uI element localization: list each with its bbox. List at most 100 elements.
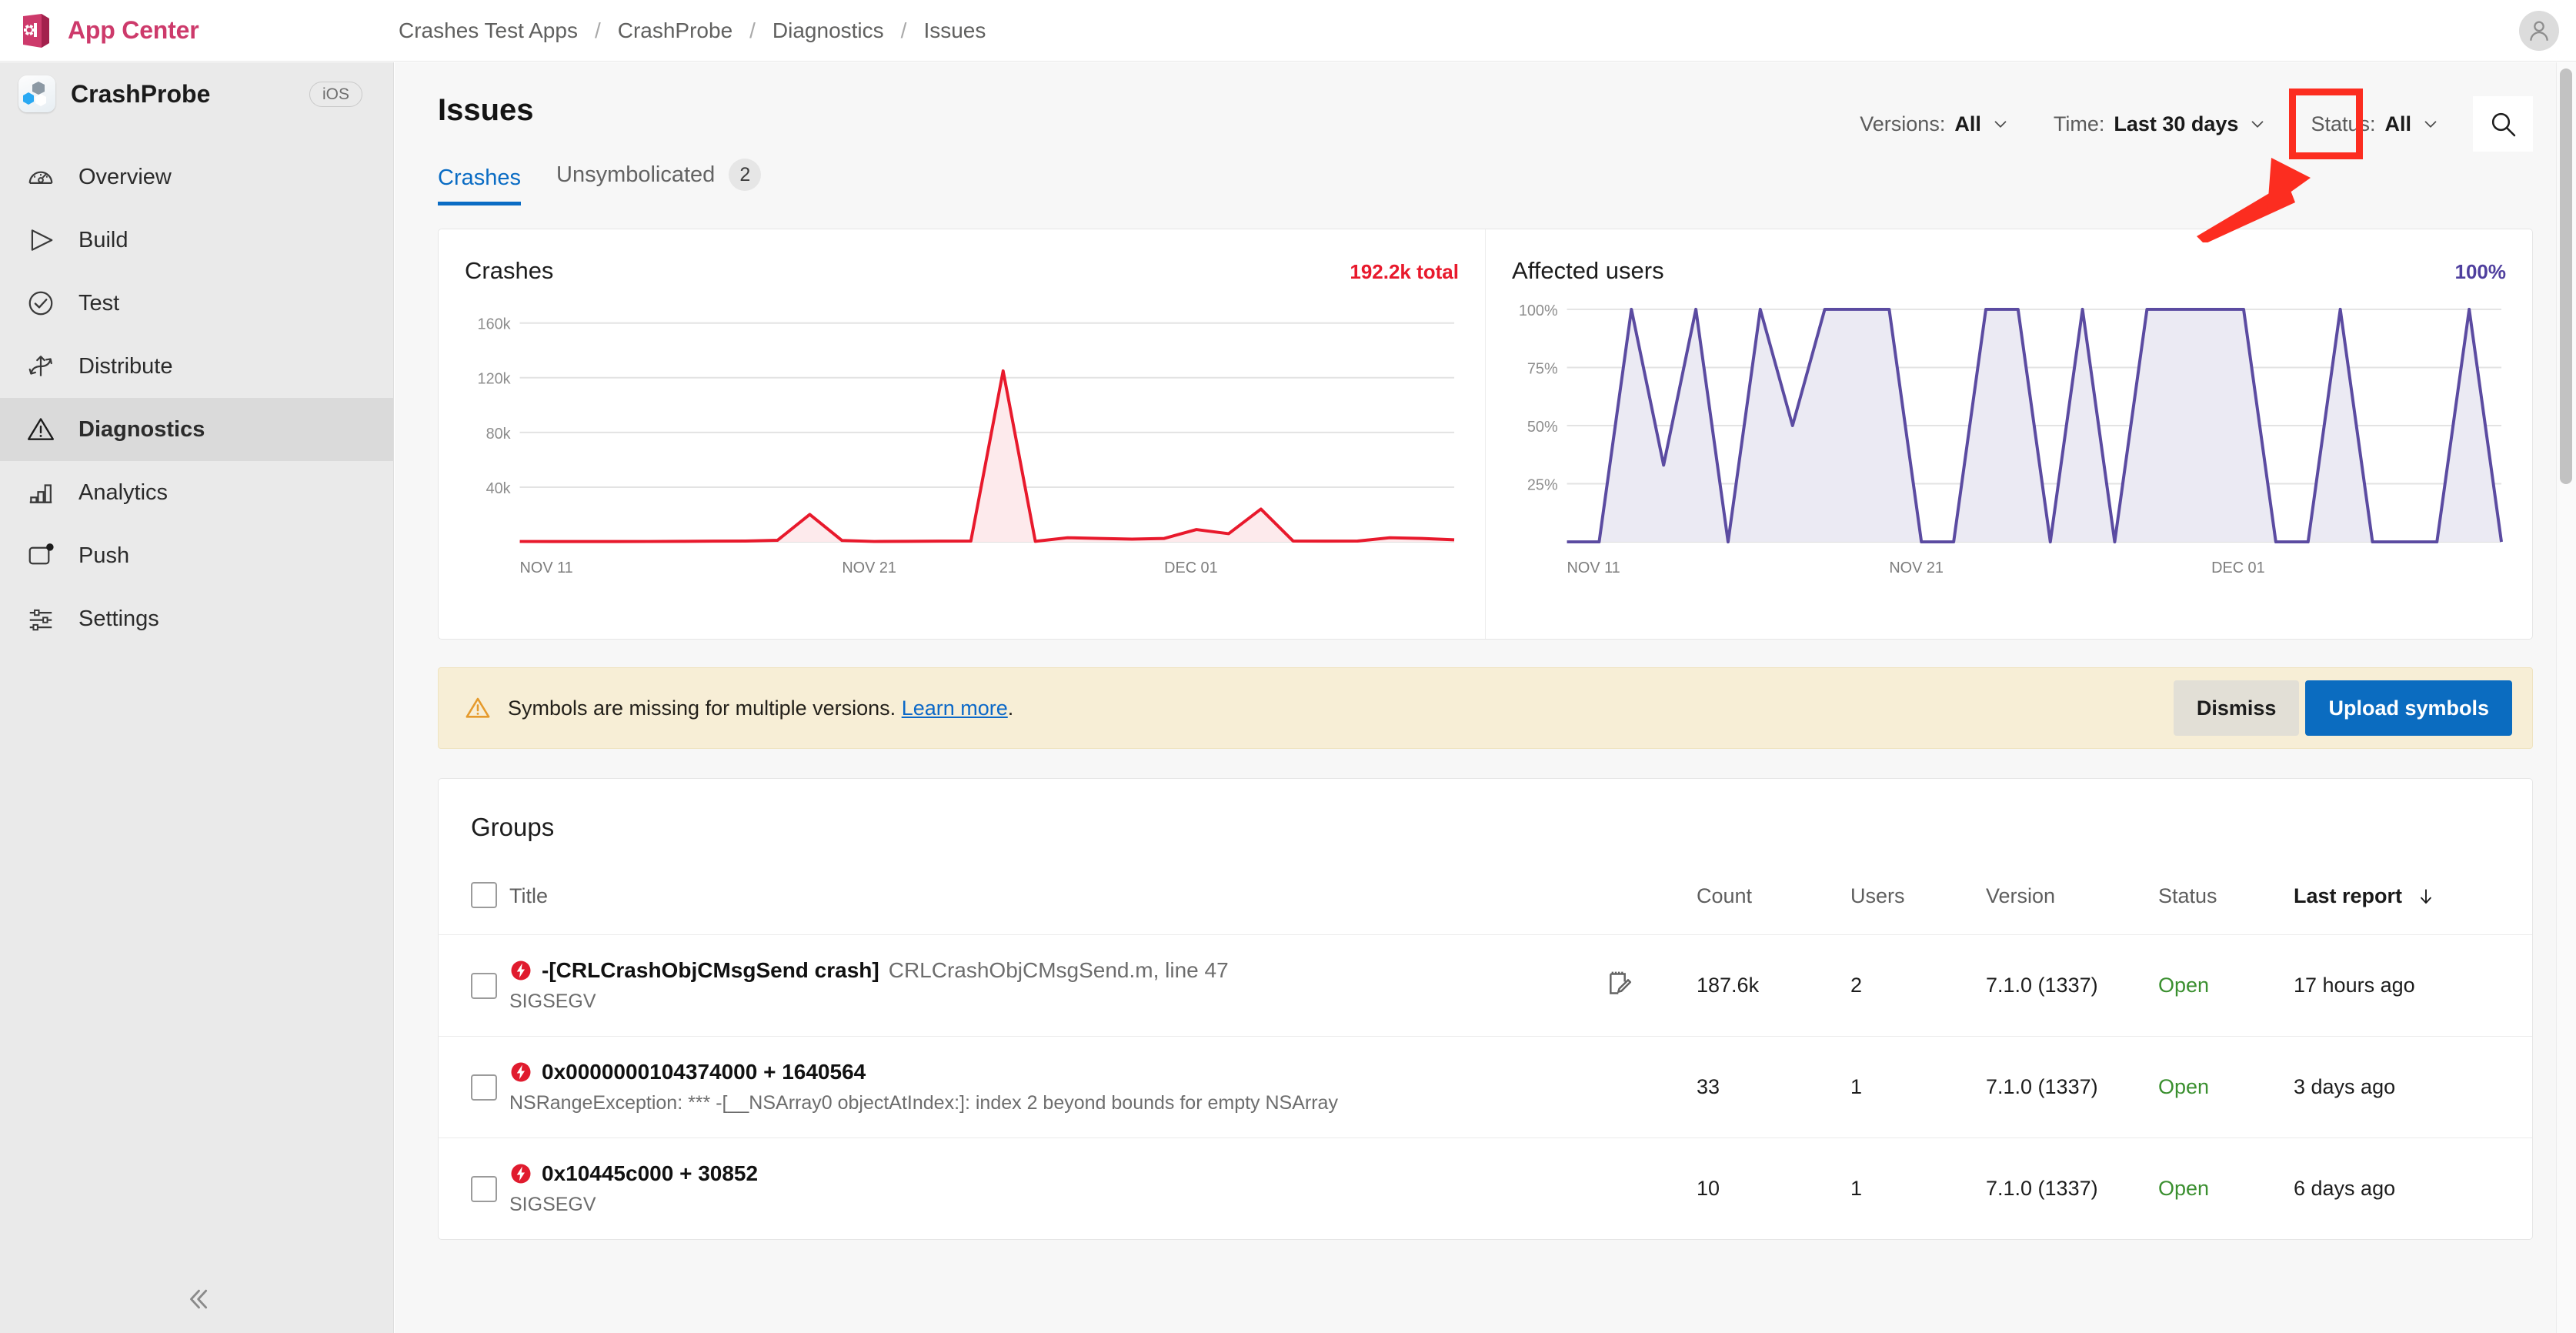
search-button[interactable] (2473, 96, 2533, 152)
chevron-down-icon (2424, 121, 2437, 128)
row-title-main: -[CRLCrashObjCMsgSend crash] (542, 958, 879, 982)
sidebar-app-name: CrashProbe (71, 79, 211, 108)
sidebar-item-settings[interactable]: Settings (0, 587, 393, 650)
crashes-chart-plot: 40k 80k 120k 160k NOV 11 NOV 21 DEC 01 (478, 316, 1455, 576)
row-select-cell (439, 934, 509, 1037)
avatar[interactable] (2519, 11, 2559, 51)
row-title-line: -[CRLCrashObjCMsgSend crash] CRLCrashObj… (509, 958, 1604, 983)
tab-crashes[interactable]: Crashes (438, 165, 521, 205)
filter-status[interactable]: Status: All (2289, 112, 2462, 136)
tab-bar: Crashes Unsymbolicated 2 (438, 159, 2533, 205)
groups-card: Groups Title Count Users Version Status … (438, 778, 2533, 1240)
row-checkbox[interactable] (471, 972, 497, 999)
column-last-report[interactable]: Last report (2294, 882, 2532, 935)
filter-versions[interactable]: Versions: All (1838, 112, 2032, 136)
svg-text:NOV 21: NOV 21 (842, 560, 896, 576)
column-status[interactable]: Status (2158, 882, 2294, 935)
upload-symbols-button[interactable]: Upload symbols (2305, 680, 2512, 736)
svg-text:80k: 80k (486, 426, 511, 443)
sidebar-item-label: Distribute (78, 353, 173, 379)
row-note-cell[interactable] (1604, 934, 1697, 1037)
breadcrumb-item-0[interactable]: Crashes Test Apps (394, 18, 582, 43)
missing-symbols-banner: Symbols are missing for multiple version… (438, 667, 2533, 749)
breadcrumb-item-3[interactable]: Issues (919, 18, 990, 43)
affected-users-chart-plot: 25% 50% 75% 100% NOV 11 NOV 21 DEC 01 (1519, 302, 2504, 576)
svg-text:DEC 01: DEC 01 (2211, 560, 2265, 576)
tab-unsymbolicated[interactable]: Unsymbolicated 2 (556, 159, 762, 205)
table-row[interactable]: 0x10445c000 + 30852 SIGSEGV 10 1 7.1.0 (… (439, 1138, 2532, 1239)
sidebar-item-analytics[interactable]: Analytics (0, 461, 393, 524)
svg-text:100%: 100% (1519, 302, 1558, 319)
sidebar-item-test[interactable]: Test (0, 272, 393, 335)
svg-text:25%: 25% (1527, 476, 1558, 493)
sidebar-item-label: Test (78, 290, 120, 316)
row-select-cell (439, 1138, 509, 1239)
banner-message-tail: . (1007, 696, 1014, 720)
row-subtext: SIGSEGV (509, 991, 596, 1012)
tab-crashes-label: Crashes (438, 165, 521, 190)
sidebar-item-push[interactable]: Push (0, 524, 393, 587)
sidebar-collapse-button[interactable] (0, 1284, 394, 1315)
row-count: 33 (1697, 1036, 1850, 1138)
sidebar-nav: Overview Build Test Distribute Diagnosti… (0, 145, 393, 650)
sidebar-item-distribute[interactable]: Distribute (0, 335, 393, 398)
play-triangle-icon (31, 229, 53, 251)
page-header: Issues Versions: All Time: Last 30 days … (395, 62, 2576, 205)
filter-status-value: All (2384, 112, 2411, 135)
scrollbar-thumb[interactable] (2560, 68, 2572, 484)
filter-versions-label: Versions: (1860, 112, 1946, 135)
column-title[interactable]: Title (509, 882, 1604, 935)
column-users[interactable]: Users (1850, 882, 1986, 935)
row-checkbox[interactable] (471, 1074, 497, 1101)
row-version: 7.1.0 (1337) (1986, 934, 2158, 1037)
row-subtext: SIGSEGV (509, 1194, 596, 1215)
arrow-down-icon (2420, 889, 2431, 904)
tab-unsymbolicated-badge: 2 (729, 159, 762, 191)
breadcrumb: Crashes Test Apps / CrashProbe / Diagnos… (394, 18, 990, 43)
row-last-report: 17 hours ago (2294, 934, 2532, 1037)
filter-status-label: Status: (2311, 112, 2376, 135)
table-row[interactable]: -[CRLCrashObjCMsgSend crash] CRLCrashObj… (439, 934, 2532, 1037)
learn-more-link[interactable]: Learn more (902, 697, 1008, 720)
filter-time-value: Last 30 days (2114, 112, 2239, 135)
issues-table-body: -[CRLCrashObjCMsgSend crash] CRLCrashObj… (439, 934, 2532, 1239)
brand-block[interactable]: App Center (0, 0, 394, 62)
check-circle-icon (28, 291, 53, 316)
row-checkbox[interactable] (471, 1175, 497, 1202)
row-select-cell (439, 1036, 509, 1138)
row-title-main: 0x10445c000 + 30852 (542, 1161, 759, 1185)
gauge-icon (28, 171, 53, 185)
warning-triangle-icon (27, 418, 55, 440)
row-users: 2 (1850, 934, 1986, 1037)
bar-chart-icon (29, 484, 52, 503)
svg-text:40k: 40k (486, 480, 511, 497)
select-all-checkbox[interactable] (471, 882, 497, 908)
breadcrumb-item-2[interactable]: Diagnostics (768, 18, 889, 43)
vertical-scrollbar[interactable] (2556, 62, 2576, 1333)
row-count: 10 (1697, 1138, 1850, 1239)
groups-heading: Groups (471, 813, 555, 841)
row-last-report: 3 days ago (2294, 1036, 2532, 1138)
table-row[interactable]: 0x0000000104374000 + 1640564 NSRangeExce… (439, 1036, 2532, 1138)
filter-versions-value: All (1954, 112, 1981, 135)
status-badge: Open (2158, 974, 2210, 997)
sidebar-item-diagnostics[interactable]: Diagnostics (0, 398, 393, 461)
row-note-cell (1604, 1036, 1697, 1138)
issues-table-head: Title Count Users Version Status Last re… (439, 882, 2532, 935)
svg-text:NOV 11: NOV 11 (1567, 560, 1620, 576)
distribute-icon (28, 356, 52, 376)
status-badge: Open (2158, 1177, 2210, 1200)
svg-text:75%: 75% (1527, 360, 1558, 377)
dismiss-button[interactable]: Dismiss (2173, 680, 2300, 736)
sliders-icon (29, 609, 52, 631)
column-count[interactable]: Count (1697, 882, 1850, 935)
sidebar-item-label: Settings (78, 606, 159, 631)
sidebar-app-header[interactable]: CrashProbe iOS (0, 62, 393, 125)
column-last-report-label: Last report (2294, 884, 2403, 907)
sidebar-item-build[interactable]: Build (0, 209, 393, 272)
column-version[interactable]: Version (1986, 882, 2158, 935)
filter-time[interactable]: Time: Last 30 days (2032, 112, 2290, 136)
sidebar-item-overview[interactable]: Overview (0, 145, 393, 209)
sidebar-item-label: Build (78, 227, 128, 252)
breadcrumb-item-1[interactable]: CrashProbe (613, 18, 737, 43)
